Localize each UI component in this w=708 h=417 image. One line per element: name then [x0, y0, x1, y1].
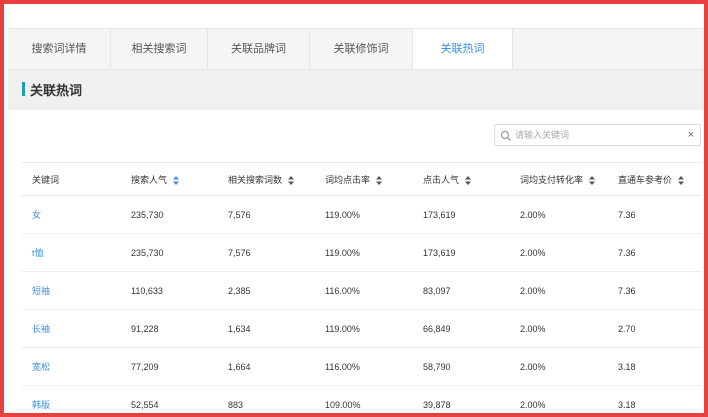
tab-search-term-details[interactable]: 搜索词详情	[8, 29, 111, 69]
tab-related-hot-terms[interactable]: 关联热词	[413, 28, 513, 69]
click-popularity-cell: 58,790	[413, 347, 510, 386]
table-row: 宽松 77,209 1,664 116.00% 58,790 2.00% 3.1…	[22, 347, 702, 386]
tab-related-modifier-terms[interactable]: 关联修饰词	[310, 29, 413, 69]
column-header-related-search-count[interactable]: 相关搜索词数	[218, 162, 315, 196]
sort-icon[interactable]	[287, 175, 294, 185]
ppc-reference-price-cell: 3.18	[608, 385, 702, 413]
click-popularity-cell: 39,878	[413, 385, 510, 413]
table-header-row: 关键词 搜索人气 相关搜索词数 词均点击率 点击人气 词均支付转化率 直通车参考…	[22, 162, 702, 196]
table-row: 长袖 91,228 1,634 119.00% 66,849 2.00% 2.7…	[22, 309, 702, 348]
ppc-reference-price-cell: 7.36	[608, 195, 702, 234]
click-popularity-cell: 173,619	[413, 195, 510, 234]
avg-click-rate-cell: 119.00%	[315, 309, 413, 348]
tab-bar: 搜索词详情 相关搜索词 关联品牌词 关联修饰词 关联热词	[8, 28, 704, 70]
table-row: 韩版 52,554 883 109.00% 39,878 2.00% 3.18	[22, 385, 702, 413]
search-popularity-cell: 235,730	[121, 195, 218, 234]
keyword-link[interactable]: 宽松	[22, 347, 121, 386]
keyword-link[interactable]: 女	[22, 195, 121, 234]
keyword-link[interactable]: 韩版	[22, 385, 121, 413]
hot-terms-table: 关键词 搜索人气 相关搜索词数 词均点击率 点击人气 词均支付转化率 直通车参考…	[22, 162, 702, 413]
column-header-search-popularity[interactable]: 搜索人气	[121, 162, 218, 196]
search-input[interactable]	[515, 126, 675, 144]
related-search-count-cell: 1,634	[218, 309, 315, 348]
section-header: 关联热词	[8, 70, 704, 110]
table-row: 女 235,730 7,576 119.00% 173,619 2.00% 7.…	[22, 195, 702, 234]
tab-related-search-terms[interactable]: 相关搜索词	[111, 29, 208, 69]
tab-related-brand-terms[interactable]: 关联品牌词	[208, 29, 310, 69]
avg-payment-conversion-cell: 2.00%	[510, 347, 608, 386]
avg-click-rate-cell: 119.00%	[315, 233, 413, 272]
search-popularity-cell: 91,228	[121, 309, 218, 348]
ppc-reference-price-cell: 3.18	[608, 347, 702, 386]
sort-icon[interactable]	[172, 175, 179, 185]
avg-payment-conversion-cell: 2.00%	[510, 195, 608, 234]
search-popularity-cell: 235,730	[121, 233, 218, 272]
ppc-reference-price-cell: 2.70	[608, 309, 702, 348]
avg-click-rate-cell: 119.00%	[315, 195, 413, 234]
search-popularity-cell: 52,554	[121, 385, 218, 413]
sort-icon[interactable]	[375, 175, 382, 185]
highlight-frame: 搜索词详情 相关搜索词 关联品牌词 关联修饰词 关联热词 关联热词 × 关键词 …	[0, 0, 708, 417]
sort-icon[interactable]	[588, 175, 595, 185]
avg-click-rate-cell: 109.00%	[315, 385, 413, 413]
section-accent-bar	[22, 82, 25, 96]
avg-payment-conversion-cell: 2.00%	[510, 233, 608, 272]
search-box: ×	[494, 124, 701, 146]
avg-payment-conversion-cell: 2.00%	[510, 385, 608, 413]
column-header-avg-payment-conversion[interactable]: 词均支付转化率	[510, 162, 608, 196]
related-search-count-cell: 7,576	[218, 195, 315, 234]
related-search-count-cell: 1,664	[218, 347, 315, 386]
click-popularity-cell: 83,097	[413, 271, 510, 310]
avg-click-rate-cell: 116.00%	[315, 347, 413, 386]
column-header-click-popularity[interactable]: 点击人气	[413, 162, 510, 196]
table-row: t恤 235,730 7,576 119.00% 173,619 2.00% 7…	[22, 233, 702, 272]
search-icon	[500, 129, 512, 141]
ppc-reference-price-cell: 7.36	[608, 271, 702, 310]
ppc-reference-price-cell: 7.36	[608, 233, 702, 272]
sort-icon[interactable]	[677, 175, 684, 185]
column-header-keyword: 关键词	[22, 162, 121, 196]
avg-click-rate-cell: 116.00%	[315, 271, 413, 310]
related-search-count-cell: 7,576	[218, 233, 315, 272]
section-title: 关联热词	[30, 83, 83, 98]
keyword-link[interactable]: t恤	[22, 233, 121, 272]
click-popularity-cell: 66,849	[413, 309, 510, 348]
avg-payment-conversion-cell: 2.00%	[510, 309, 608, 348]
search-popularity-cell: 110,633	[121, 271, 218, 310]
column-header-ppc-reference-price[interactable]: 直通车参考价	[608, 162, 702, 196]
avg-payment-conversion-cell: 2.00%	[510, 271, 608, 310]
click-popularity-cell: 173,619	[413, 233, 510, 272]
keyword-link[interactable]: 长袖	[22, 309, 121, 348]
related-search-count-cell: 2,385	[218, 271, 315, 310]
column-header-avg-click-rate[interactable]: 词均点击率	[315, 162, 413, 196]
sort-icon[interactable]	[464, 175, 471, 185]
keyword-link[interactable]: 短袖	[22, 271, 121, 310]
search-popularity-cell: 77,209	[121, 347, 218, 386]
table-row: 短袖 110,633 2,385 116.00% 83,097 2.00% 7.…	[22, 271, 702, 310]
related-search-count-cell: 883	[218, 385, 315, 413]
clear-icon[interactable]: ×	[688, 128, 694, 142]
